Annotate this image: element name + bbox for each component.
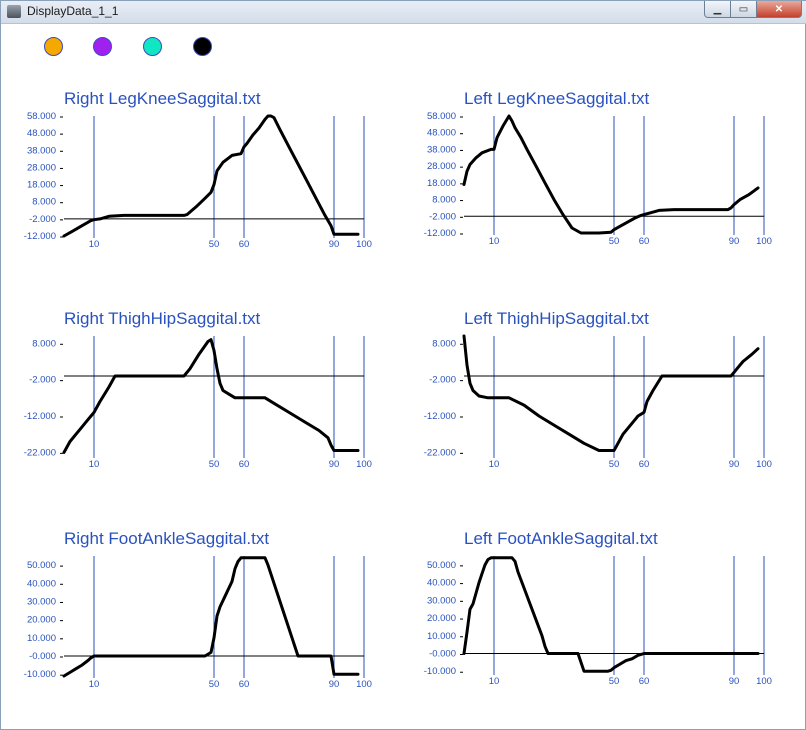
y-tick-label: -12.000 (24, 231, 56, 242)
y-tick-label: 40.000 (427, 578, 456, 589)
y-tick-label: 28.000 (27, 162, 56, 173)
y-tick-label: -2.000 (429, 375, 456, 386)
chart-title: Right ThighHipSaggital.txt (64, 309, 261, 328)
y-tick-label: 38.000 (27, 145, 56, 156)
y-tick-label: 18.000 (427, 178, 456, 189)
x-tick-label: 90 (729, 236, 740, 247)
y-tick-label: 50.000 (427, 560, 456, 571)
y-tick-label: 10.000 (27, 633, 56, 644)
x-tick-label: 100 (356, 459, 372, 470)
chart-title: Left ThighHipSaggital.txt (464, 309, 649, 328)
y-tick-label: 58.000 (427, 111, 456, 122)
y-tick-label: -0.000 (29, 651, 56, 662)
x-tick-label: 10 (89, 459, 100, 470)
x-tick-label: 60 (639, 676, 650, 687)
y-tick-label: 50.000 (27, 560, 56, 571)
chart-title: Left FootAnkleSaggital.txt (464, 529, 658, 548)
y-tick-label: 30.000 (427, 595, 456, 606)
y-tick-label: -2.000 (429, 211, 456, 222)
series-line (462, 334, 760, 452)
series-line (462, 556, 760, 673)
chart-title: Right LegKneeSaggital.txt (64, 89, 261, 108)
x-tick-label: 10 (489, 236, 500, 247)
y-tick-label: 40.000 (27, 578, 56, 589)
x-tick-label: 10 (489, 676, 500, 687)
y-tick-label: -0.000 (429, 649, 456, 660)
x-tick-label: 50 (209, 239, 220, 250)
x-tick-label: 10 (89, 679, 100, 690)
y-tick-label: 8.000 (432, 338, 456, 349)
chart-title: Left LegKneeSaggital.txt (464, 89, 650, 108)
y-tick-label: 58.000 (27, 111, 56, 122)
x-tick-label: 100 (756, 459, 772, 470)
x-tick-label: 60 (239, 459, 250, 470)
x-tick-label: 90 (329, 679, 340, 690)
series-line (62, 114, 360, 238)
y-tick-label: -22.000 (24, 447, 56, 458)
x-tick-label: 90 (329, 459, 340, 470)
y-tick-label: -10.000 (24, 669, 56, 680)
y-tick-label: -2.000 (29, 375, 56, 386)
x-tick-label: 50 (209, 459, 220, 470)
x-tick-label: 90 (729, 459, 740, 470)
x-tick-label: 100 (756, 236, 772, 247)
x-tick-label: 100 (356, 239, 372, 250)
x-tick-label: 60 (639, 236, 650, 247)
x-tick-label: 60 (639, 459, 650, 470)
x-tick-label: 50 (609, 676, 620, 687)
y-tick-label: 30.000 (27, 596, 56, 607)
y-tick-label: -2.000 (29, 214, 56, 225)
y-tick-label: 20.000 (427, 613, 456, 624)
y-tick-label: 38.000 (427, 144, 456, 155)
x-tick-label: 50 (209, 679, 220, 690)
y-tick-label: 48.000 (427, 128, 456, 139)
y-tick-label: -12.000 (24, 411, 56, 422)
x-tick-label: 100 (756, 676, 772, 687)
y-tick-label: 8.000 (32, 338, 56, 349)
y-tick-label: 28.000 (427, 161, 456, 172)
y-tick-label: -10.000 (424, 666, 456, 677)
y-tick-label: 8.000 (432, 195, 456, 206)
x-tick-label: 90 (729, 676, 740, 687)
y-tick-label: 10.000 (427, 631, 456, 642)
y-tick-label: -12.000 (424, 411, 456, 422)
x-tick-label: 50 (609, 236, 620, 247)
x-tick-label: 60 (239, 679, 250, 690)
x-tick-label: 50 (609, 459, 620, 470)
x-tick-label: 60 (239, 239, 250, 250)
chart-title: Right FootAnkleSaggital.txt (64, 529, 269, 548)
y-tick-label: 8.000 (32, 197, 56, 208)
series-line (62, 338, 360, 454)
y-tick-label: 18.000 (27, 180, 56, 191)
y-tick-label: -12.000 (424, 228, 456, 239)
x-tick-label: 10 (489, 459, 500, 470)
charts-area: Right LegKneeSaggital.txt 58.000 48.000 38.… (24, 89, 772, 690)
y-tick-label: 20.000 (27, 615, 56, 626)
x-tick-label: 90 (329, 239, 340, 250)
x-tick-label: 100 (356, 679, 372, 690)
series-line (462, 114, 760, 235)
y-tick-label: -22.000 (424, 447, 456, 458)
x-tick-label: 10 (89, 239, 100, 250)
y-tick-label: 48.000 (27, 128, 56, 139)
series-line (62, 556, 360, 678)
